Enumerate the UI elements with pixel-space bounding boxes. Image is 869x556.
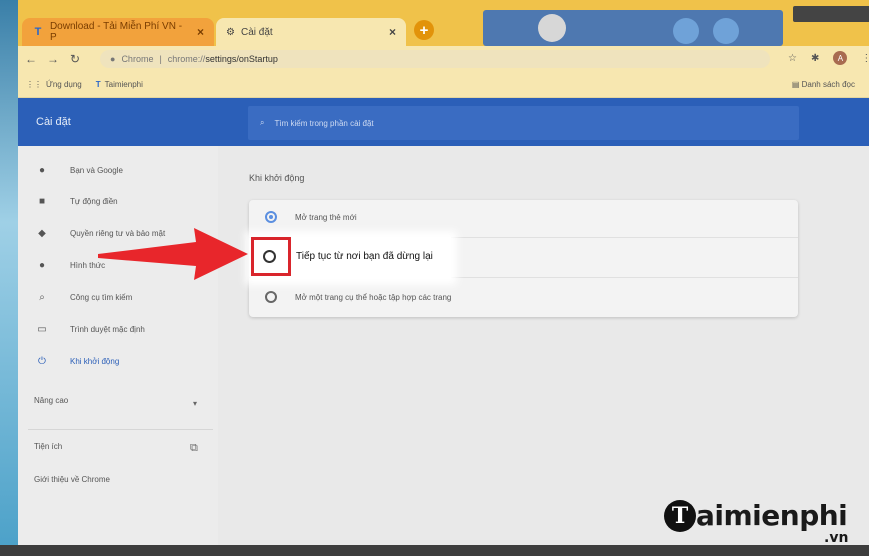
taimienphi-favicon-icon: T xyxy=(95,80,101,89)
open-in-new-icon[interactable]: ⧉ xyxy=(190,442,198,455)
address-bar[interactable]: ● Chrome | chrome://settings/onStartup xyxy=(100,50,770,68)
settings-header: Cài đặt ⌕ Tìm kiếm trong phần cài đặt xyxy=(18,98,869,146)
menu-icon[interactable]: ⋮ xyxy=(861,53,869,64)
clipboard-icon: ■ xyxy=(38,196,46,207)
call-button-icon xyxy=(713,18,739,44)
page-title: Cài đặt xyxy=(36,116,71,128)
sidebar-item-default-browser[interactable]: ▭ Trình duyệt mặc định xyxy=(36,324,145,335)
profile-avatar[interactable]: A xyxy=(833,51,848,65)
chevron-down-icon[interactable]: ▾ xyxy=(193,399,197,408)
person-icon: ● xyxy=(38,165,46,176)
sidebar-about-chrome[interactable]: Giới thiệu về Chrome xyxy=(34,475,110,484)
search-icon: ⌕ xyxy=(39,292,45,303)
option-open-specific-pages[interactable]: Mở một trang cụ thể hoặc tập hợp các tra… xyxy=(265,291,451,303)
tab-title: Cài đặt xyxy=(240,26,273,38)
bookmark-taimienphi[interactable]: T Taimienphi xyxy=(96,80,143,89)
extensions-icon[interactable]: ✱ xyxy=(811,53,819,64)
settings-main: Khi khởi động Mở trang thẻ mới Mở một tr… xyxy=(218,146,869,545)
screenshot: T Download - Tải Miễn Phí VN - P × ⚙ Cài… xyxy=(0,0,869,556)
taimienphi-favicon-icon: T xyxy=(34,26,42,38)
gear-icon: ⚙ xyxy=(226,26,235,38)
toolbar-actions: ☆ ✱ A ⋮ xyxy=(788,51,869,65)
shield-icon: ◆ xyxy=(38,228,46,239)
radio-button[interactable] xyxy=(265,291,277,303)
desktop-edge xyxy=(0,0,18,556)
tab-title: Download - Tải Miễn Phí VN - P xyxy=(49,21,183,43)
watermark-tld: .vn xyxy=(824,530,849,546)
reading-list-icon: ▤ xyxy=(791,80,802,89)
settings-sidebar: ● Bạn và Google ■ Tự động điền ◆ Quyền riên… xyxy=(18,146,218,545)
omnibox-scheme: Chrome xyxy=(121,54,154,64)
video-call-overlay xyxy=(483,10,783,46)
sidebar-extensions[interactable]: Tiện ích xyxy=(34,442,62,451)
section-title: Khi khởi động xyxy=(249,173,305,183)
back-icon[interactable]: ← xyxy=(22,52,40,66)
sidebar-item-on-startup[interactable]: ⏻ Khi khởi động xyxy=(36,356,119,367)
bookmarks-bar: ⋮⋮ Ứng dụng T Taimienphi ▤ Danh sách đọc xyxy=(18,72,869,98)
search-placeholder: Tìm kiếm trong phần cài đặt xyxy=(274,118,374,128)
new-tab-button[interactable]: + xyxy=(414,20,434,40)
close-icon[interactable]: × xyxy=(389,25,396,39)
taimienphi-logo-icon: T xyxy=(664,500,696,532)
bookmark-apps[interactable]: ⋮⋮ Ứng dụng xyxy=(26,80,82,89)
sidebar-item-you-and-google[interactable]: ● Bạn và Google xyxy=(36,165,123,176)
taskbar-edge xyxy=(0,545,869,556)
radio-button[interactable] xyxy=(265,211,277,223)
call-button-icon xyxy=(673,18,699,44)
watermark-logo: T aimienphi .vn xyxy=(664,499,848,546)
tab-strip: T Download - Tải Miễn Phí VN - P × ⚙ Cài… xyxy=(18,0,869,46)
sidebar-item-autofill[interactable]: ■ Tự động điền xyxy=(36,196,118,207)
omnibox-url: chrome://settings/onStartup xyxy=(167,54,278,64)
sidebar-item-search-engine[interactable]: ⌕ Công cụ tìm kiếm xyxy=(36,292,132,303)
reading-list-button[interactable]: ▤ Danh sách đọc xyxy=(792,80,855,89)
close-icon[interactable]: × xyxy=(197,25,204,39)
palette-icon: ● xyxy=(38,260,46,271)
sidebar-divider xyxy=(28,429,213,430)
option-continue-label[interactable]: Tiếp tục từ nơi bạn đã dừng lại xyxy=(296,251,433,262)
settings-search-input[interactable]: ⌕ Tìm kiếm trong phần cài đặt xyxy=(248,106,799,140)
tab-download[interactable]: T Download - Tải Miễn Phí VN - P × xyxy=(22,18,214,46)
radio-button-continue[interactable] xyxy=(263,250,276,263)
power-icon: ⏻ xyxy=(38,356,46,367)
window-controls[interactable] xyxy=(793,6,869,22)
browser-toolbar: ← → ↻ ● Chrome | chrome://settings/onSta… xyxy=(18,46,869,72)
omnibox-separator: | xyxy=(159,54,162,64)
option-open-new-tab[interactable]: Mở trang thẻ mới xyxy=(265,211,357,223)
apps-grid-icon: ⋮⋮ xyxy=(26,80,42,89)
browser-icon: ▭ xyxy=(37,324,47,335)
reload-icon[interactable]: ↻ xyxy=(66,52,84,66)
watermark-brand: aimienphi xyxy=(696,499,848,532)
forward-icon[interactable]: → xyxy=(44,52,62,66)
star-icon[interactable]: ☆ xyxy=(788,53,797,64)
tab-settings[interactable]: ⚙ Cài đặt × xyxy=(216,18,406,46)
sidebar-item-appearance[interactable]: ● Hình thức xyxy=(36,260,105,271)
search-icon: ⌕ xyxy=(260,118,265,127)
chrome-icon: ● xyxy=(110,54,116,64)
sidebar-advanced[interactable]: Nâng cao xyxy=(34,396,68,405)
avatar xyxy=(538,14,566,42)
pointer-arrow-icon xyxy=(98,228,248,280)
